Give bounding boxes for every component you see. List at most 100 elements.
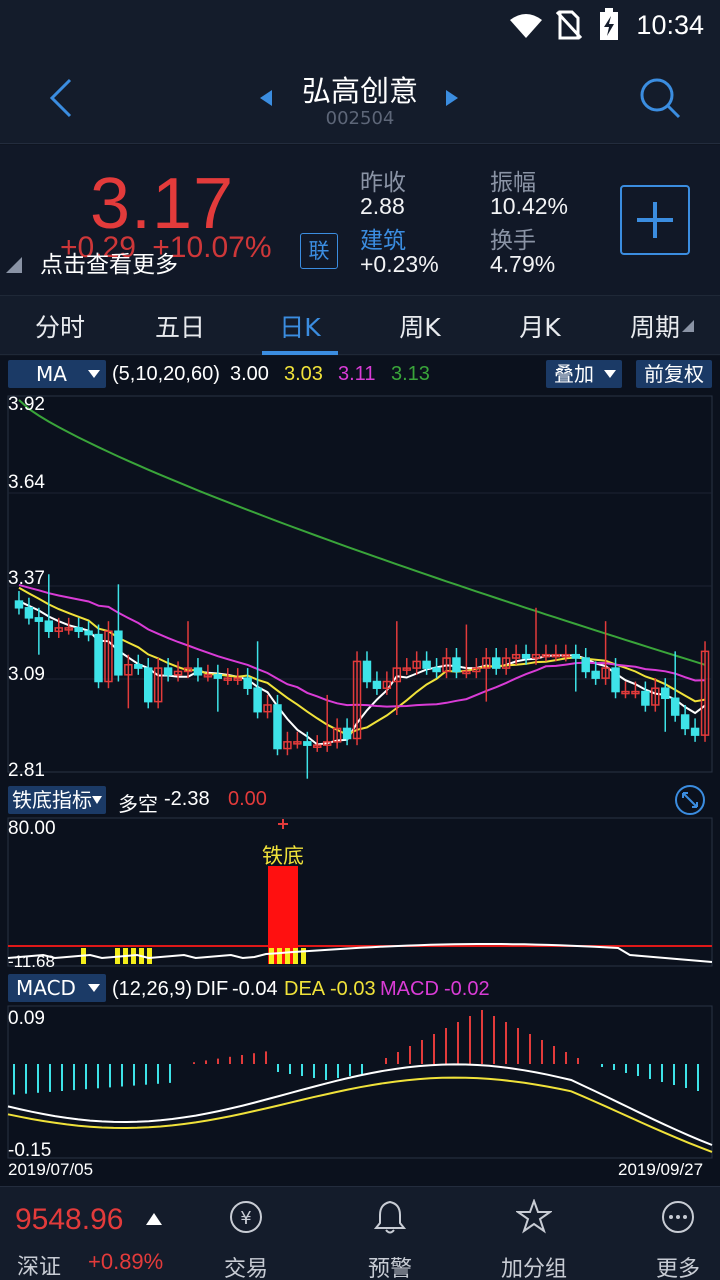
macd-params: (12,26,9): [112, 978, 193, 1000]
candle-body: [641, 690, 650, 706]
fullscreen-icon[interactable]: [674, 784, 706, 816]
candle-body: [273, 704, 282, 750]
tab-daily-k[interactable]: 日K: [245, 308, 355, 344]
overlay-select[interactable]: 叠加: [546, 360, 622, 388]
nav-alert-label: 预警: [367, 1257, 412, 1280]
linked-button[interactable]: 联: [300, 233, 338, 269]
candle-body: [362, 660, 372, 683]
status-bar: 10:34: [0, 0, 720, 52]
candle-body: [452, 657, 461, 673]
macd-indicator-select[interactable]: MACD: [8, 974, 106, 1002]
chart-frame: [7, 1005, 713, 1159]
quote-panel[interactable]: 3.17 +0.29 +10.07% 点击查看更多 联 昨收 2.88 建筑 +…: [0, 145, 720, 295]
dif-value: -0.04: [232, 978, 278, 1000]
candle-body: [690, 727, 700, 736]
stock-name: 弘高创意: [301, 74, 418, 108]
candle-body: [243, 677, 252, 689]
ma-indicator-select[interactable]: MA: [8, 360, 106, 388]
candle-body: [84, 630, 93, 636]
candle-body: [661, 687, 670, 700]
candle-body: [521, 653, 531, 659]
turnover-label: 换手: [490, 228, 536, 254]
signal-marker: [278, 819, 288, 829]
period-dropdown-icon: [682, 320, 694, 332]
no-sim-icon: [556, 10, 582, 40]
price-axis-label: 3.64: [8, 472, 45, 493]
next-stock-icon[interactable]: [444, 88, 460, 108]
macd-value: -0.02: [444, 978, 490, 1000]
ma60-line: [18, 399, 706, 666]
overlay-label: 叠加: [554, 362, 594, 386]
tab-five-day[interactable]: 五日: [125, 308, 235, 344]
candle-body: [422, 660, 431, 669]
prev-close-label: 昨收: [360, 170, 406, 196]
tab-weekly-k[interactable]: 周K: [365, 308, 475, 344]
nav-trade-label: 交易: [223, 1257, 268, 1280]
star-icon: [516, 1199, 552, 1234]
macd-ymax: 0.09: [8, 1008, 45, 1029]
adjust-button[interactable]: 前复权: [636, 360, 712, 388]
search-icon[interactable]: [638, 76, 682, 120]
candle-body: [74, 627, 83, 632]
bottom-bar: 9548.96 深证 +0.89% ¥ 交易 预警 加分组 更多: [0, 1186, 720, 1280]
candle-body: [432, 667, 441, 673]
tab-monthly-k[interactable]: 月K: [485, 308, 595, 344]
nav-add-group-label: 加分组: [500, 1257, 567, 1280]
candle-body: [94, 633, 103, 683]
tiedi-value2: 0.00: [228, 788, 267, 810]
ma20-value: 3.11: [338, 363, 376, 385]
more-icon: [662, 1201, 694, 1233]
prev-close-value: 2.88: [360, 193, 405, 219]
candle-body: [303, 741, 312, 746]
ma-params: (5,10,20,60): [112, 363, 220, 385]
candle-body: [342, 727, 352, 740]
candle-body: [14, 600, 24, 609]
amplitude-value: 10.42%: [490, 193, 569, 219]
tiedi-mark: [269, 948, 274, 964]
candle-body: [134, 664, 143, 669]
chevron-down-icon: [88, 370, 100, 378]
more-info-tip[interactable]: 点击查看更多: [40, 245, 178, 279]
app-root: 10:34 弘高创意 002504 3.17 +0.29 +10.07% 点击查…: [0, 0, 720, 1280]
candle-body: [143, 667, 153, 703]
tiedi-indicator-select[interactable]: 铁底指标: [8, 786, 106, 814]
battery-charging-icon: [600, 8, 618, 40]
candle-body: [114, 630, 123, 676]
add-watchlist-button[interactable]: [620, 185, 690, 255]
candlestick-chart[interactable]: [0, 392, 720, 780]
dif-label: DIF: [196, 978, 229, 1000]
tab-intraday[interactable]: 分时: [5, 308, 115, 344]
candle-body: [571, 653, 581, 659]
ma60-value: 3.13: [391, 363, 430, 385]
chevron-down-icon: [92, 796, 102, 804]
candle-body: [44, 620, 54, 632]
candle-body: [680, 714, 690, 730]
dea-label: DEA: [284, 978, 326, 1000]
candle-body: [670, 697, 680, 716]
turnover-value: 4.79%: [490, 251, 556, 277]
candle-body: [611, 667, 620, 693]
plus-icon: [637, 202, 673, 238]
sector-change: +0.23%: [360, 251, 439, 277]
tiedi-signal-label: 铁底: [262, 845, 304, 868]
index-percent: +0.89%: [88, 1249, 164, 1274]
sector-label[interactable]: 建筑: [360, 221, 406, 255]
duokong-label: 多空: [118, 794, 158, 816]
macd-chart[interactable]: [0, 1004, 720, 1160]
price-axis-label: 3.92: [8, 394, 45, 415]
price-axis-label: 3.09: [8, 664, 45, 685]
tiedi-indicator-chart[interactable]: [0, 816, 720, 970]
index-value[interactable]: 9548.96: [15, 1203, 123, 1237]
macd-indicator-label: MACD: [16, 976, 76, 1000]
candle-body: [213, 674, 223, 679]
up-arrow-icon: [146, 1213, 162, 1225]
tiedi-ymin: -11.68: [8, 952, 55, 971]
candle-body: [372, 680, 382, 689]
trade-icon: ¥: [230, 1201, 262, 1233]
candle-body: [253, 687, 262, 713]
tiedi-mark: [147, 948, 152, 964]
tiedi-indicator-label: 铁底指标: [12, 788, 92, 812]
kline-chart-area[interactable]: MA (5,10,20,60) 3.00 3.03 3.11 3.13 叠加 前…: [0, 356, 720, 1186]
clock: 10:34: [636, 10, 704, 40]
chevron-down-icon: [604, 370, 616, 378]
